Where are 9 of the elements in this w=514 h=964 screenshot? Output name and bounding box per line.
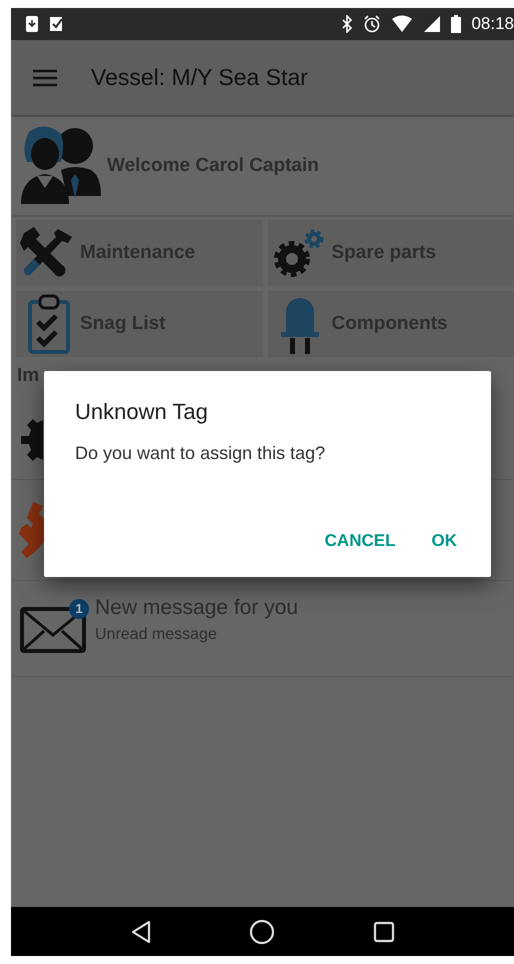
message-title: New message for you xyxy=(95,596,298,620)
clock-time: 08:18 xyxy=(471,14,514,34)
welcome-text: Welcome Carol Captain xyxy=(107,155,319,177)
dialog-title: Unknown Tag xyxy=(75,399,208,425)
unread-count-badge: 1 xyxy=(69,598,89,618)
app-title: Vessel: M/Y Sea Star xyxy=(91,64,308,91)
message-subtitle: Unread message xyxy=(95,626,218,644)
section-heading: Im xyxy=(16,364,40,388)
dialog-message: Do you want to assign this tag? xyxy=(75,443,326,464)
